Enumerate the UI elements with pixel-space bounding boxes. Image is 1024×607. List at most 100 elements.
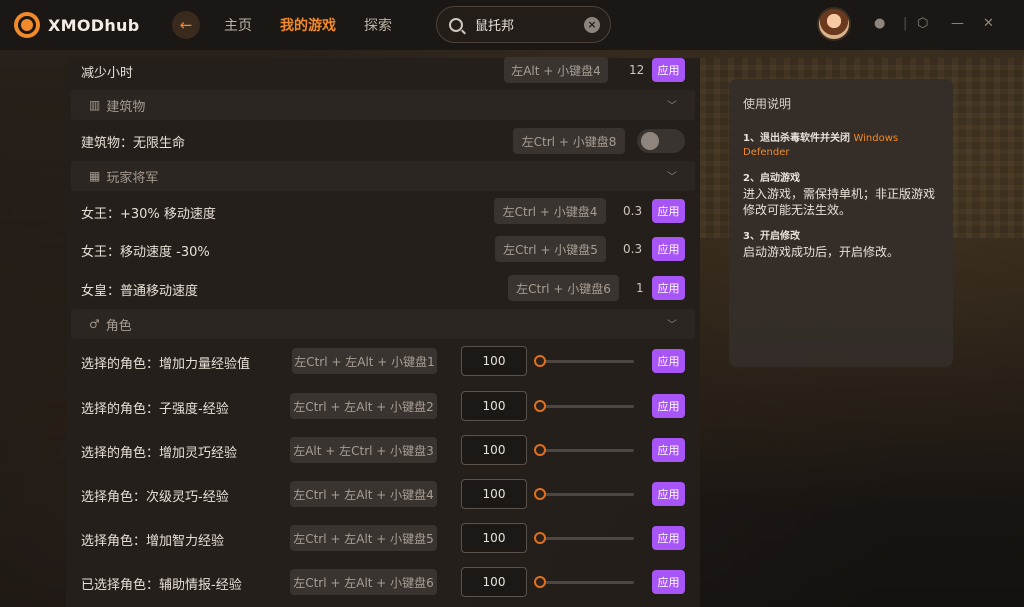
option-value: 12 [629, 63, 645, 77]
option-label: 选择的角色：子强度-经验 [81, 402, 229, 417]
option-row: 选择的角色：增加力量经验值 左Ctrl + 左Alt + 小键盘1 100 应用 [66, 346, 700, 376]
apply-button[interactable]: 应用 [652, 394, 685, 418]
section-buildings[interactable]: ▥ 建筑物 ﹀ [71, 90, 695, 120]
app-header: XMODhub ← 主页 我的游戏 探索 鼠托邦 × ● | ⬡ — ✕ [0, 0, 1024, 50]
close-window-icon[interactable]: ✕ [983, 16, 994, 31]
section-title: 玩家将军 [106, 170, 159, 186]
section-player-general[interactable]: ▦ 玩家将军 ﹀ [71, 161, 695, 191]
apply-button[interactable]: 应用 [652, 570, 685, 594]
option-row: 选择的角色：增加灵巧经验 左Alt + 左Ctrl + 小键盘3 100 应用 [66, 435, 700, 465]
option-label: 已选择角色：辅助情报-经验 [81, 578, 242, 593]
toggle-switch[interactable] [637, 129, 685, 153]
nav-explore[interactable]: 探索 [364, 15, 392, 35]
value-input[interactable]: 100 [461, 479, 527, 509]
apply-button[interactable]: 应用 [652, 58, 685, 82]
option-value: 0.3 [623, 204, 643, 218]
nav-home[interactable]: 主页 [224, 15, 252, 35]
value-slider[interactable] [534, 354, 634, 368]
value-input[interactable]: 100 [461, 346, 527, 376]
minimize-icon[interactable]: — [951, 16, 964, 31]
logo-icon [14, 12, 40, 38]
building-icon: ▥ [89, 98, 101, 112]
value-slider[interactable] [534, 399, 634, 413]
user-avatar[interactable] [817, 7, 851, 41]
chevron-down-icon[interactable]: ﹀ [667, 316, 677, 331]
option-row: 建筑物：无限生命 左Ctrl + 小键盘8 [66, 126, 700, 156]
header-divider: | [903, 16, 908, 31]
value-slider[interactable] [534, 575, 634, 589]
value-slider[interactable] [534, 531, 634, 545]
option-label: 女皇：普通移动速度 [81, 284, 199, 299]
option-row: 选择角色：次级灵巧-经验 左Ctrl + 左Alt + 小键盘4 100 应用 [66, 479, 700, 509]
apply-button[interactable]: 应用 [652, 349, 685, 373]
value-input[interactable]: 100 [461, 435, 527, 465]
value-input[interactable]: 100 [461, 567, 527, 597]
option-row: 女王：+30% 移动速度 左Ctrl + 小键盘4 0.3 应用 [66, 198, 700, 224]
hotkey-badge[interactable]: 左Alt + 小键盘4 [504, 57, 608, 83]
mod-options-panel: 减少小时 左Alt + 小键盘4 12 应用 ▥ 建筑物 ﹀ 建筑物：无限生命 … [66, 57, 700, 607]
option-row: 选择角色：增加智力经验 左Ctrl + 左Alt + 小键盘5 100 应用 [66, 523, 700, 553]
apply-button[interactable]: 应用 [652, 438, 685, 462]
hotkey-badge[interactable]: 左Ctrl + 小键盘5 [495, 236, 606, 262]
hotkey-badge[interactable]: 左Ctrl + 小键盘4 [494, 198, 606, 224]
hotkey-badge[interactable]: 左Ctrl + 左Alt + 小键盘2 [290, 393, 437, 419]
main-nav: 主页 我的游戏 探索 [224, 15, 420, 35]
back-arrow-icon[interactable]: ← [172, 11, 200, 39]
person-icon: ♂ [89, 317, 100, 331]
step-body: 启动游戏成功后，开启修改。 [743, 245, 900, 259]
step-title-text: 1、退出杀毒软件并关闭 [743, 133, 850, 144]
value-slider[interactable] [534, 443, 634, 457]
option-label: 选择角色：增加智力经验 [81, 534, 225, 549]
app-logo[interactable]: XMODhub [14, 12, 164, 38]
section-characters[interactable]: ♂ 角色 ﹀ [71, 309, 695, 339]
option-label: 建筑物：无限生命 [81, 136, 186, 151]
apply-button[interactable]: 应用 [652, 482, 685, 506]
chevron-down-icon[interactable]: ﹀ [667, 97, 677, 112]
settings-icon[interactable]: ⬡ [917, 16, 928, 31]
value-slider[interactable] [534, 487, 634, 501]
option-label: 选择的角色：增加灵巧经验 [81, 446, 238, 461]
apply-button[interactable]: 应用 [652, 199, 685, 223]
hotkey-badge[interactable]: 左Ctrl + 左Alt + 小键盘6 [290, 569, 437, 595]
value-input[interactable]: 100 [461, 523, 527, 553]
step-body: 进入游戏，需保持单机；非正版游戏修改可能无法生效。 [743, 187, 936, 217]
option-row: 选择的角色：子强度-经验 左Ctrl + 左Alt + 小键盘2 100 应用 [66, 391, 700, 421]
option-label: 减少小时 [81, 66, 134, 81]
grid-icon: ▦ [89, 169, 101, 183]
section-title: 建筑物 [106, 99, 146, 115]
instruction-step: 1、退出杀毒软件并关闭 Windows Defender [743, 132, 939, 160]
logo-text: XMODhub [48, 15, 140, 35]
apply-button[interactable]: 应用 [652, 237, 685, 261]
step-title: 2、启动游戏 [743, 173, 800, 184]
instructions-title: 使用说明 [743, 97, 792, 111]
instruction-step: 2、启动游戏 进入游戏，需保持单机；非正版游戏修改可能无法生效。 [743, 172, 939, 218]
hotkey-badge[interactable]: 左Ctrl + 左Alt + 小键盘5 [290, 525, 437, 551]
option-row: 女王：移动速度 -30% 左Ctrl + 小键盘5 0.3 应用 [66, 236, 700, 262]
option-row: 已选择角色：辅助情报-经验 左Ctrl + 左Alt + 小键盘6 100 应用 [66, 567, 700, 597]
value-input[interactable]: 100 [461, 391, 527, 421]
search-box[interactable]: 鼠托邦 × [436, 6, 611, 43]
hotkey-badge[interactable]: 左Ctrl + 左Alt + 小键盘4 [290, 481, 437, 507]
section-title: 角色 [105, 318, 132, 334]
hotkey-badge[interactable]: 左Alt + 左Ctrl + 小键盘3 [290, 437, 437, 463]
search-icon [449, 17, 463, 32]
option-value: 0.3 [623, 242, 643, 256]
clear-search-icon[interactable]: × [584, 17, 600, 33]
option-row: 减少小时 左Alt + 小键盘4 12 应用 [66, 57, 700, 83]
chevron-down-icon[interactable]: ﹀ [667, 168, 677, 183]
option-row: 女皇：普通移动速度 左Ctrl + 小键盘6 1 应用 [66, 275, 700, 301]
apply-button[interactable]: 应用 [652, 276, 685, 300]
notification-bell-icon[interactable]: ● [874, 16, 885, 31]
nav-my-games[interactable]: 我的游戏 [280, 15, 336, 35]
search-input[interactable]: 鼠托邦 [475, 15, 514, 34]
hotkey-badge[interactable]: 左Ctrl + 小键盘8 [513, 128, 625, 154]
instruction-step: 3、开启修改 启动游戏成功后，开启修改。 [743, 230, 939, 260]
option-label: 选择的角色：增加力量经验值 [81, 357, 251, 372]
option-label: 女王：移动速度 -30% [81, 245, 210, 260]
option-label: 女王：+30% 移动速度 [81, 207, 216, 222]
apply-button[interactable]: 应用 [652, 526, 685, 550]
option-value: 1 [636, 281, 644, 295]
hotkey-badge[interactable]: 左Ctrl + 左Alt + 小键盘1 [292, 348, 437, 374]
hotkey-badge[interactable]: 左Ctrl + 小键盘6 [508, 275, 619, 301]
step-title: 3、开启修改 [743, 231, 800, 242]
